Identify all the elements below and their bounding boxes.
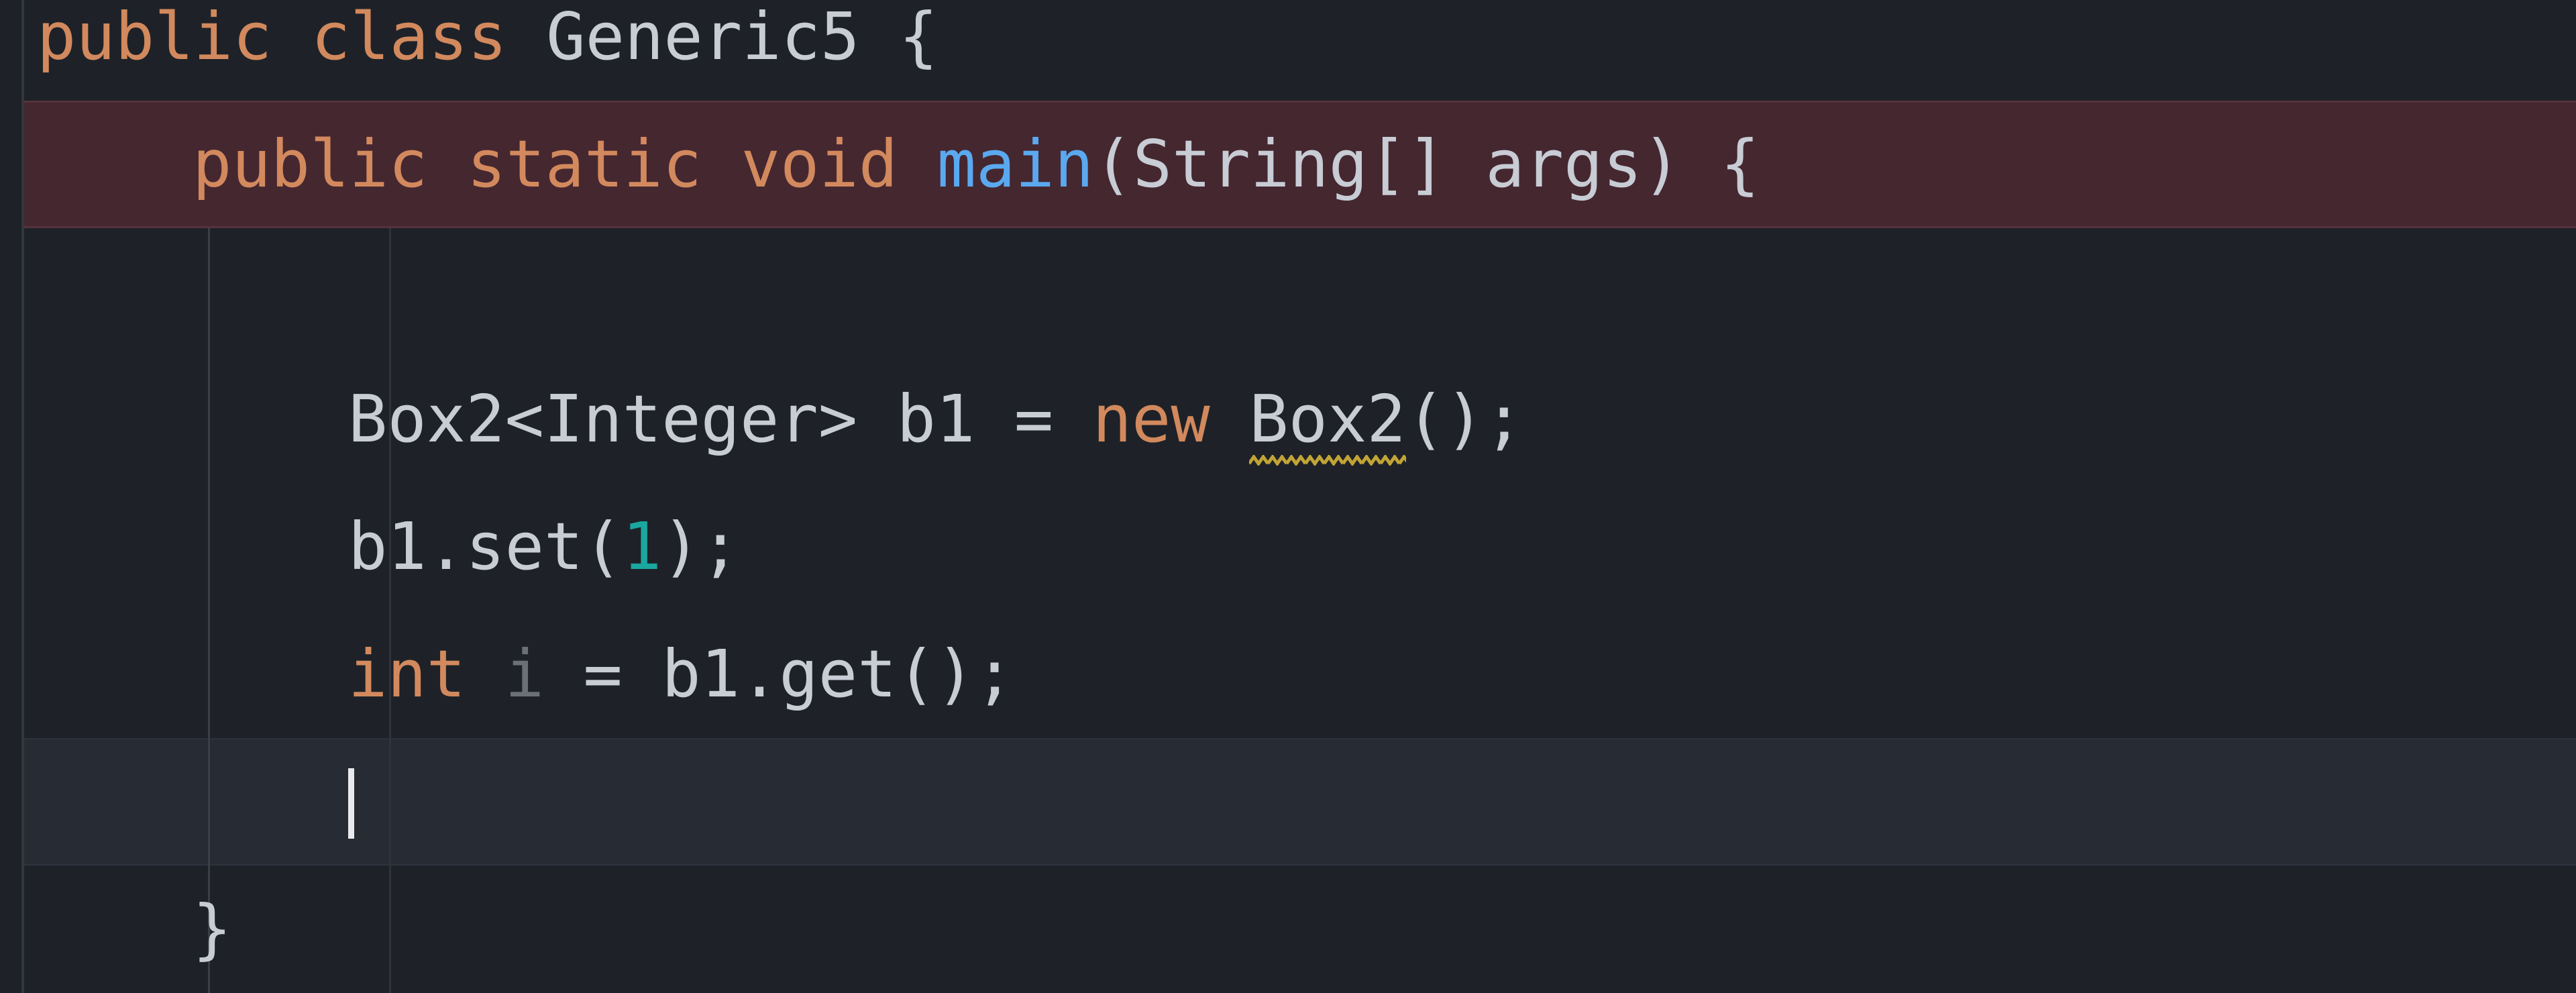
code-token-keyword: int <box>348 636 466 712</box>
code-token-unused-identifier: i <box>504 636 545 712</box>
warning-squiggle-token: Box2 <box>1249 356 1406 483</box>
code-token-keyword: new <box>1092 381 1210 457</box>
code-token-plain: (String[] args) { <box>1093 126 1760 202</box>
code-token-plain: Generic5 <box>546 0 860 74</box>
code-token-plain: Box2<Integer> b1 = <box>348 381 1093 457</box>
code-token-plain: } <box>193 891 232 967</box>
current-line-highlight <box>0 738 2576 866</box>
code-token-keyword: static <box>466 126 702 202</box>
code-editor-canvas[interactable]: public class Generic5 {public static voi… <box>0 0 2576 993</box>
code-token-keyword: public <box>37 0 272 74</box>
code-token-plain: b1.set( <box>348 509 623 584</box>
code-line[interactable]: Box2<Integer> b1 = new Box2(); <box>348 356 1523 483</box>
code-token-plain: { <box>859 0 938 74</box>
code-token-keyword: void <box>741 126 898 202</box>
code-token-keyword: class <box>311 0 507 74</box>
editor-gutter[interactable] <box>0 0 21 993</box>
code-token-keyword: public <box>193 126 428 202</box>
code-token-number: 1 <box>622 509 662 584</box>
text-caret <box>348 768 354 839</box>
code-line[interactable]: b1.set(1); <box>348 483 740 611</box>
code-token-plain: = b1.get(); <box>544 636 1014 712</box>
code-token-method: main <box>936 126 1094 202</box>
code-token-plain: ); <box>661 509 741 584</box>
code-line[interactable]: } <box>193 866 231 993</box>
code-token-plain: (); <box>1405 381 1524 457</box>
gutter-separator-line <box>21 0 24 993</box>
code-line[interactable]: public class Generic5 { <box>37 0 938 101</box>
code-line[interactable]: int i = b1.get(); <box>348 611 1014 738</box>
code-line[interactable]: public static void main(String[] args) { <box>193 101 1760 228</box>
